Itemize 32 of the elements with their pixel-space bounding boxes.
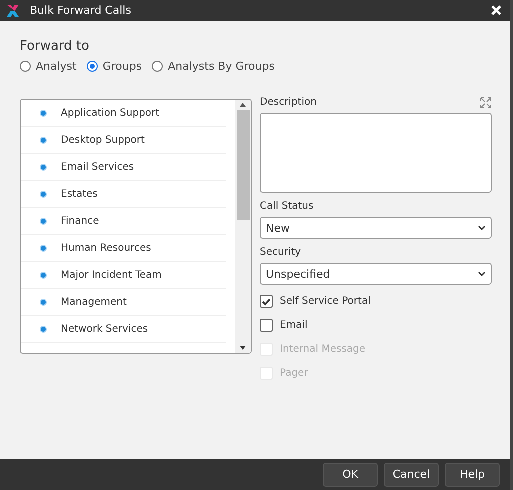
call-status-dropdown[interactable]: New [260, 217, 492, 239]
list-item[interactable]: Email Services [21, 154, 226, 181]
window-title: Bulk Forward Calls [30, 4, 132, 17]
radio-option[interactable]: Analyst [20, 60, 77, 73]
list-item[interactable]: Estates [21, 181, 226, 208]
radio-option[interactable]: Groups [86, 60, 142, 73]
dialog-button[interactable]: Cancel [384, 462, 439, 486]
logo-icon [6, 4, 20, 18]
close-icon[interactable] [491, 5, 502, 16]
list-item[interactable]: Desktop Support [21, 127, 226, 154]
list-item[interactable]: Application Support [21, 100, 226, 127]
radio-option[interactable]: Analysts By Groups [152, 60, 275, 73]
list-item[interactable]: Management [21, 289, 226, 316]
scrollbar[interactable] [235, 100, 251, 353]
dialog-button[interactable]: Help [445, 462, 500, 486]
list-item[interactable]: Finance [21, 208, 226, 235]
list-item[interactable]: Major Incident Team [21, 262, 226, 289]
checkbox-option[interactable]: Self Service Portal [260, 295, 371, 308]
chevron-down-icon [478, 271, 486, 277]
list-item[interactable]: Human Resources [21, 235, 226, 262]
dialog-button[interactable]: OK [323, 462, 378, 486]
description-field[interactable] [260, 113, 492, 193]
section-label: Forward to [20, 39, 90, 54]
field-label: Call Status [260, 201, 314, 212]
list-item[interactable]: Network Services [21, 316, 226, 343]
field-label: Description [260, 97, 317, 108]
field-label: Security [260, 247, 302, 258]
checkbox-option[interactable]: Email [260, 319, 308, 332]
security-dropdown[interactable]: Unspecified [260, 263, 492, 285]
chevron-down-icon [478, 225, 486, 231]
checkmark-icon [262, 298, 271, 306]
expand-icon[interactable] [480, 97, 492, 109]
